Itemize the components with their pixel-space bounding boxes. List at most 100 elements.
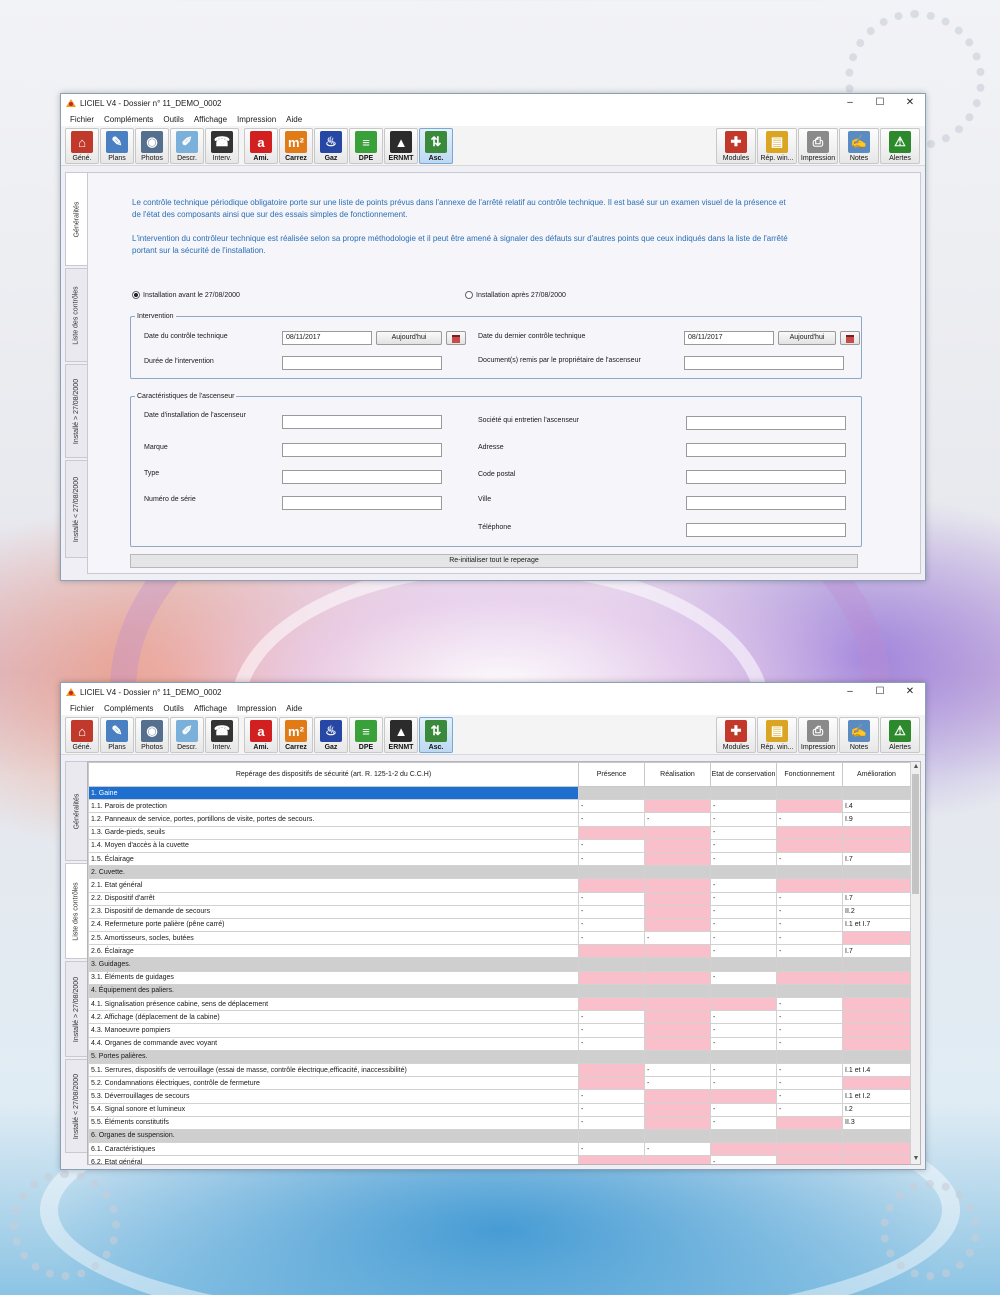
table-row[interactable]: 2.1. Etat général - [88, 878, 911, 893]
row-label[interactable]: 4.2. Affichage (déplacement de la cabine… [88, 1010, 579, 1025]
grid-cell[interactable] [776, 838, 843, 853]
menu-item-1[interactable]: Compléments [99, 704, 158, 713]
grid-cell[interactable]: - [578, 931, 645, 946]
table-row[interactable]: 4.2. Affichage (déplacement de la cabine… [88, 1010, 911, 1025]
grid-cell[interactable]: - [644, 1076, 711, 1091]
grid-cell[interactable] [578, 825, 645, 840]
grid-cell[interactable] [644, 1036, 711, 1051]
grid-cell[interactable]: - [776, 1062, 843, 1078]
grid-cell[interactable]: II.3 [842, 1115, 911, 1130]
toolbar-button-alert[interactable]: ⚠ Alertes [880, 717, 920, 753]
vertical-scrollbar[interactable]: ▲ ▼ [910, 762, 920, 1164]
row-label[interactable]: 4.4. Organes de commande avec voyant [88, 1036, 579, 1051]
row-label[interactable]: 2.6. Éclairage [88, 944, 579, 959]
grid-cell[interactable] [776, 957, 843, 972]
toolbar-button-alert[interactable]: ⚠ Alertes [880, 128, 920, 164]
grid-cell[interactable]: - [710, 799, 777, 814]
grid-cell[interactable] [644, 865, 711, 880]
toolbar-button-modules[interactable]: ✚ Modules [716, 717, 756, 753]
minimize-button[interactable]: – [835, 683, 865, 701]
grid-cell[interactable]: - [644, 1142, 711, 1157]
tab-installe-avant[interactable]: Installé < 27/08/2000 [65, 460, 87, 558]
grid-cell[interactable]: - [710, 1102, 777, 1117]
toolbar-button-folder[interactable]: ▤ Rép. win... [757, 128, 797, 164]
grid-cell[interactable] [644, 1010, 711, 1025]
grid-cell[interactable]: - [776, 1023, 843, 1038]
grid-cell[interactable] [776, 799, 843, 814]
row-label[interactable]: 2.2. Dispositif d'arrêt [88, 891, 579, 906]
toolbar-button-ernmt[interactable]: ▲ ERNMT [384, 717, 418, 753]
grid-cell[interactable] [644, 825, 711, 840]
row-label[interactable]: 6. Organes de suspension. [88, 1128, 579, 1144]
grid-cell[interactable] [644, 904, 711, 919]
toolbar-button-amiante[interactable]: a Ami. [244, 128, 278, 164]
grid-cell[interactable] [776, 1155, 843, 1164]
section-row[interactable]: 4. Équipement des paliers. [88, 983, 911, 999]
grid-cell[interactable]: - [710, 878, 777, 893]
grid-cell[interactable] [776, 785, 843, 801]
grid-cell[interactable]: - [578, 917, 645, 933]
row-label[interactable]: 3.1. Éléments de guidages [88, 970, 579, 985]
table-row[interactable]: 4.1. Signalisation présence cabine, sens… [88, 996, 911, 1012]
table-row[interactable]: 6.2. Etat général - [88, 1155, 911, 1164]
grid-cell[interactable] [842, 996, 911, 1012]
grid-cell[interactable]: - [776, 1010, 843, 1025]
row-label[interactable]: 4.1. Signalisation présence cabine, sens… [88, 996, 579, 1012]
tab-generalites[interactable]: Généralités [65, 172, 87, 266]
grid-cell[interactable] [578, 957, 645, 972]
grid-cell[interactable]: - [776, 812, 843, 827]
grid-cell[interactable] [578, 878, 645, 893]
reset-button[interactable]: Re-initialiser tout le reperage [130, 554, 858, 568]
toolbar-button-gas[interactable]: ♨ Gaz [314, 128, 348, 164]
grid-cell[interactable]: - [710, 1023, 777, 1038]
today-button[interactable]: Aujourd'hui [376, 331, 442, 345]
grid-cell[interactable]: - [710, 1115, 777, 1130]
grid-cell[interactable] [842, 825, 911, 840]
grid-cell[interactable] [644, 1089, 711, 1104]
menu-item-0[interactable]: Fichier [65, 704, 99, 713]
column-header-realisation[interactable]: Réalisation [644, 762, 711, 787]
grid-cell[interactable]: - [710, 1076, 777, 1091]
grid-cell[interactable]: - [776, 851, 843, 867]
grid-cell[interactable]: - [578, 812, 645, 827]
grid-cell[interactable] [644, 878, 711, 893]
row-label[interactable]: 4.3. Manoeuvre pompiers [88, 1023, 579, 1038]
table-row[interactable]: 6.1. Caractéristiques - - [88, 1142, 911, 1157]
table-row[interactable]: 2.3. Dispositif de demande de secours - - -… [88, 904, 911, 919]
grid-cell[interactable]: - [710, 1036, 777, 1051]
toolbar-button-plans[interactable]: ✎ Plans [100, 717, 134, 753]
row-label[interactable]: 5.1. Serrures, dispositifs de verrouilla… [88, 1062, 579, 1078]
grid-cell[interactable]: - [776, 1076, 843, 1091]
menu-item-2[interactable]: Outils [158, 704, 188, 713]
menu-item-5[interactable]: Aide [281, 115, 307, 124]
maximize-button[interactable]: ☐ [865, 683, 895, 701]
type-field[interactable] [282, 470, 442, 484]
section-row[interactable]: 2. Cuvette. [88, 865, 911, 880]
grid-cell[interactable]: I.7 [842, 944, 911, 959]
grid-cell[interactable]: - [578, 1142, 645, 1157]
grid-cell[interactable] [776, 878, 843, 893]
grid-cell[interactable]: - [578, 1023, 645, 1038]
grid-cell[interactable] [644, 1115, 711, 1130]
grid-cell[interactable] [776, 970, 843, 985]
grid-cell[interactable] [842, 838, 911, 853]
duration-field[interactable] [282, 356, 442, 370]
grid-cell[interactable] [644, 799, 711, 814]
grid-cell[interactable]: - [578, 1010, 645, 1025]
grid-cell[interactable] [578, 944, 645, 959]
grid-cell[interactable]: - [710, 917, 777, 933]
scroll-up-arrow-icon[interactable]: ▲ [911, 762, 920, 772]
grid-cell[interactable] [842, 1010, 911, 1025]
grid-cell[interactable]: - [710, 812, 777, 827]
tab-liste-controles[interactable]: Liste des contrôles [65, 863, 87, 959]
table-row[interactable]: 1.4. Moyen d'accès à la cuvette - - [88, 838, 911, 853]
close-button[interactable]: ✕ [895, 94, 925, 112]
grid-cell[interactable] [710, 1128, 777, 1144]
grid-cell[interactable] [710, 785, 777, 801]
row-label[interactable]: 1.4. Moyen d'accès à la cuvette [88, 838, 579, 853]
row-label[interactable]: 2.1. Etat général [88, 878, 579, 893]
toolbar-button-gas[interactable]: ♨ Gaz [314, 717, 348, 753]
grid-cell[interactable]: - [578, 1115, 645, 1130]
grid-cell[interactable] [644, 1155, 711, 1164]
grid-cell[interactable]: - [578, 891, 645, 906]
